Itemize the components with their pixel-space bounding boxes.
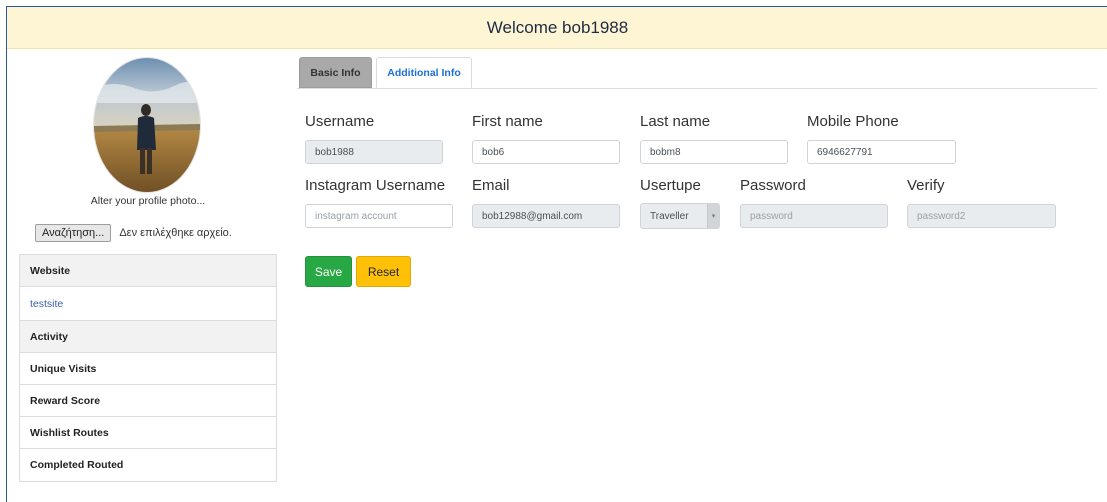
first-name-field[interactable]: bob6 xyxy=(472,140,620,164)
list-item-unique-visits: Unique Visits xyxy=(20,353,276,385)
list-item-reward-score: Reward Score xyxy=(20,385,276,417)
list-item-completed-routed: Completed Routed xyxy=(20,449,276,481)
instagram-label: Instagram Username xyxy=(305,177,446,194)
usertype-select[interactable]: Traveller ▾ xyxy=(640,203,720,229)
tab-divider xyxy=(297,88,1097,89)
mobile-phone-field[interactable]: 6946627791 xyxy=(807,140,956,164)
username-label: Username xyxy=(305,113,375,130)
welcome-title: Welcome bob1988 xyxy=(486,17,629,37)
last-name-field[interactable]: bobm8 xyxy=(640,140,788,164)
website-header: Website xyxy=(20,255,276,287)
file-status-text: Δεν επιλέχθηκε αρχείο. xyxy=(119,227,232,239)
list-item-wishlist-routes: Wishlist Routes xyxy=(20,417,276,449)
profile-photo xyxy=(93,57,201,193)
first-name-label: First name xyxy=(472,113,543,130)
last-name-label: Last name xyxy=(640,113,711,130)
mobile-phone-label: Mobile Phone xyxy=(807,113,899,130)
tab-additional-info[interactable]: Additional Info xyxy=(376,57,472,88)
email-field[interactable]: bob12988@gmail.com xyxy=(472,204,620,228)
reset-button[interactable]: Reset xyxy=(356,256,411,287)
verify-label: Verify xyxy=(907,177,945,194)
profile-tabs: Basic Info Additional Info xyxy=(299,57,472,88)
tab-basic-info[interactable]: Basic Info xyxy=(299,57,372,88)
username-field[interactable]: bob1988 xyxy=(305,140,443,164)
usertype-label: Usertupe xyxy=(640,177,701,194)
website-link[interactable]: testsite xyxy=(20,287,276,321)
email-label: Email xyxy=(472,177,510,194)
save-button[interactable]: Save xyxy=(305,256,352,287)
list-item-activity: Activity xyxy=(20,321,276,353)
password-label: Password xyxy=(740,177,806,194)
verify-password-field[interactable]: password2 xyxy=(907,204,1056,228)
welcome-banner: Welcome bob1988 xyxy=(7,7,1107,49)
password-field[interactable]: password xyxy=(740,204,888,228)
profile-stats-list: Website testsite Activity Unique Visits … xyxy=(19,254,277,482)
app-frame: Welcome bob1988 Alter your profile photo… xyxy=(6,6,1107,502)
usertype-value: Traveller xyxy=(650,210,689,222)
alter-photo-text: Alter your profile photo... xyxy=(90,195,206,207)
instagram-field[interactable]: instagram account xyxy=(305,204,453,228)
browse-button[interactable]: Αναζήτηση... xyxy=(35,224,112,242)
chevron-down-icon: ▾ xyxy=(707,204,719,228)
file-picker: Αναζήτηση... Δεν επιλέχθηκε αρχείο. xyxy=(35,224,232,242)
